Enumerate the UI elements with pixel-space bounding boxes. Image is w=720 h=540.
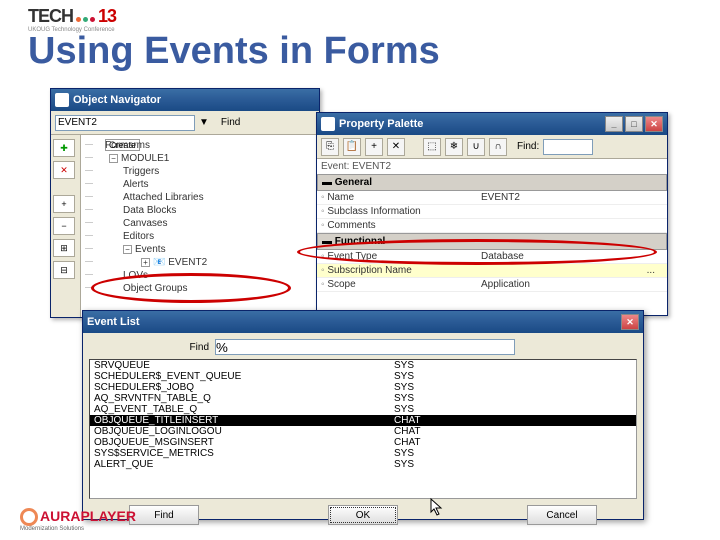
section-general[interactable]: ▬ General (317, 174, 667, 191)
create-button[interactable]: ✚ (53, 139, 75, 157)
expand-all-button[interactable]: ⊞ (53, 239, 75, 257)
event-table[interactable]: SRVQUEUESYS SCHEDULER$_EVENT_QUEUESYS SC… (89, 359, 637, 499)
window-title: Object Navigator (73, 94, 161, 106)
sidebar: ✚ ✕ + − ⊞ ⊟ (51, 135, 81, 317)
paste-icon[interactable]: 📋 (343, 138, 361, 156)
titlebar[interactable]: Object Navigator (51, 89, 319, 111)
prop-subscription-name[interactable]: Subscription Name... (317, 264, 667, 278)
find-button[interactable]: Find (129, 505, 199, 525)
collapse-button[interactable]: − (53, 217, 75, 235)
prop-scope[interactable]: ScopeApplication (317, 278, 667, 292)
table-row-selected: OBJQUEUE_TITLEINSERTCHAT (90, 415, 636, 426)
toolbar: ▼ Find (51, 111, 319, 135)
tree-item[interactable]: Editors (85, 230, 315, 243)
table-row: SCHEDULER$_JOBQSYS (90, 382, 636, 393)
brand-logo: TECH13 UKOUG Technology Conference (28, 6, 116, 33)
minimize-button[interactable]: _ (605, 116, 623, 132)
find-label: Find (89, 342, 209, 353)
window-title: Event List (87, 316, 140, 328)
collapse-all-button[interactable]: ⊟ (53, 261, 75, 279)
maximize-button[interactable]: □ (625, 116, 643, 132)
tree-item-event2[interactable]: EVENT2 (168, 257, 207, 268)
delete-icon[interactable]: ✕ (387, 138, 405, 156)
page-title: Using Events in Forms (28, 30, 440, 73)
tree-item[interactable]: Alerts (85, 178, 315, 191)
property-palette-window: Property Palette _ □ ✕ ⎘ 📋 + ✕ ⬚ ❄ ∪ ∩ F… (316, 112, 668, 316)
cancel-button[interactable]: Cancel (527, 505, 597, 525)
prop-comments[interactable]: Comments (317, 219, 667, 233)
prop-event-type[interactable]: Event TypeDatabase (317, 250, 667, 264)
window-title: Property Palette (339, 118, 423, 130)
prop-name[interactable]: NameEVENT2 (317, 191, 667, 205)
inherit-icon[interactable]: ⬚ (423, 138, 441, 156)
find-input[interactable] (215, 339, 515, 355)
delete-button[interactable]: ✕ (53, 161, 75, 179)
prop-subclass[interactable]: Subclass Information (317, 205, 667, 219)
expand-button[interactable]: + (53, 195, 75, 213)
tree-item[interactable]: LOVs (85, 269, 315, 282)
palette-header: Event: EVENT2 (317, 159, 667, 174)
table-row: SRVQUEUESYS (90, 360, 636, 371)
intersect-icon[interactable]: ∩ (489, 138, 507, 156)
find-label: Find (221, 117, 240, 128)
tree-item[interactable]: Triggers (85, 165, 315, 178)
app-icon (55, 93, 69, 107)
ok-button[interactable]: OK (328, 505, 398, 525)
object-navigator-window: Object Navigator ▼ Find ✚ ✕ + − ⊞ ⊟ Crea… (50, 88, 320, 318)
table-row: ALERT_QUESYS (90, 459, 636, 470)
tree-item[interactable]: Canvases (85, 217, 315, 230)
tree-item[interactable]: Data Blocks (85, 204, 315, 217)
close-button[interactable]: ✕ (645, 116, 663, 132)
section-functional[interactable]: ▬ Functional (317, 233, 667, 250)
app-icon (321, 117, 335, 131)
current-object-input[interactable] (55, 115, 195, 131)
table-row: AQ_EVENT_TABLE_QSYS (90, 404, 636, 415)
find-input[interactable] (543, 139, 593, 155)
table-row: OBJQUEUE_LOGINLOGOUCHAT (90, 426, 636, 437)
titlebar[interactable]: Property Palette _ □ ✕ (317, 113, 667, 135)
titlebar[interactable]: Event List ✕ (83, 311, 643, 333)
event-list-dialog: Event List ✕ Find SRVQUEUESYS SCHEDULER$… (82, 310, 644, 520)
tree-item[interactable]: MODULE1 (121, 153, 169, 164)
freeze-icon[interactable]: ❄ (445, 138, 463, 156)
tree-item[interactable]: Object Groups (85, 282, 315, 295)
object-tree[interactable]: Create Formsrms −MODULE1 Triggers Alerts… (81, 135, 319, 317)
table-row: AQ_SRVNTFN_TABLE_QSYS (90, 393, 636, 404)
table-row: SYS$SERVICE_METRICSSYS (90, 448, 636, 459)
tree-item[interactable]: Attached Libraries (85, 191, 315, 204)
table-row: SCHEDULER$_EVENT_QUEUESYS (90, 371, 636, 382)
toolbar: ⎘ 📋 + ✕ ⬚ ❄ ∪ ∩ Find: (317, 135, 667, 159)
table-row: OBJQUEUE_MSGINSERTCHAT (90, 437, 636, 448)
copy-icon[interactable]: ⎘ (321, 138, 339, 156)
close-button[interactable]: ✕ (621, 314, 639, 330)
find-label: Find: (517, 141, 539, 152)
add-icon[interactable]: + (365, 138, 383, 156)
union-icon[interactable]: ∪ (467, 138, 485, 156)
footer-logo: AURAPLAYER Modernization Solutions (20, 508, 136, 532)
tree-item-events[interactable]: Events (135, 244, 166, 255)
